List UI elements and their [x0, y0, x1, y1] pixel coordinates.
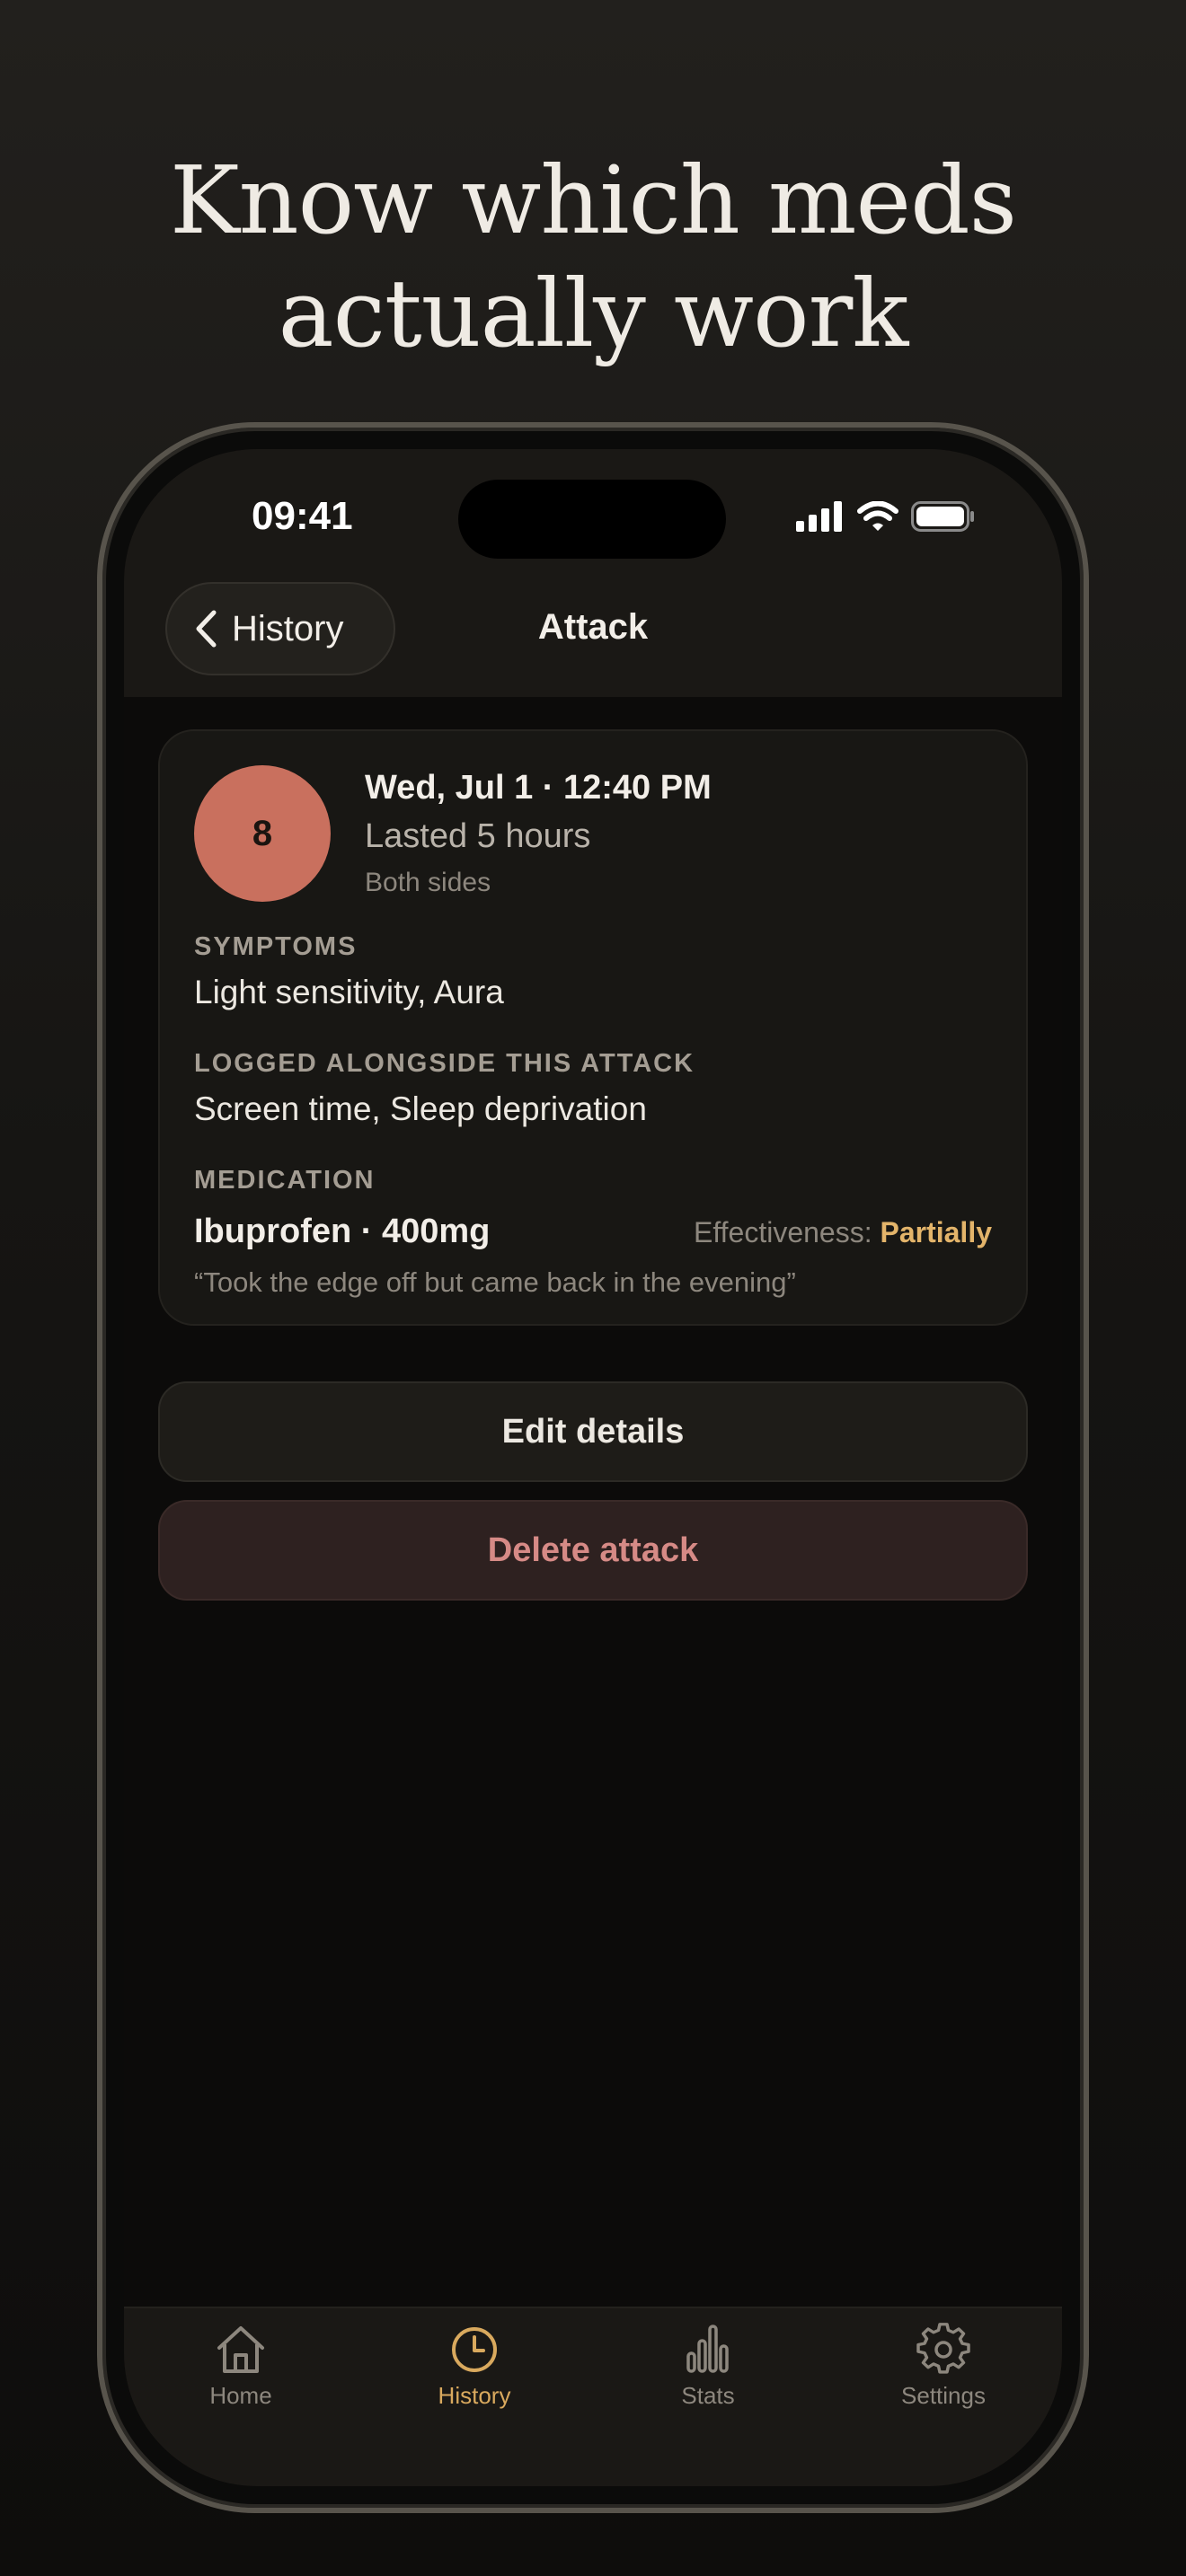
attack-location: Both sides — [365, 868, 491, 897]
medication-value: Ibuprofen · 400mg — [194, 1213, 491, 1250]
severity-badge: 8 — [194, 765, 331, 902]
status-icons — [796, 501, 976, 532]
medication-note: “Took the edge off but came back in the … — [194, 1266, 796, 1298]
headline-line-1: Know which meds — [169, 146, 1017, 255]
clock-icon — [452, 2327, 497, 2372]
attack-detail-card: 8 Wed, Jul 1 · 12:40 PM Lasted 5 hours B… — [158, 729, 1028, 1326]
symptoms-value: Light sensitivity, Aura — [194, 974, 504, 1010]
logged-label: LOGGED ALONGSIDE THIS ATTACK — [194, 1049, 695, 1078]
tab-home[interactable]: Home — [151, 2323, 331, 2410]
battery-icon — [911, 501, 974, 532]
tab-home-label: Home — [209, 2382, 272, 2409]
tab-stats[interactable]: Stats — [618, 2323, 798, 2410]
cellular-signal-icon — [796, 501, 842, 532]
headline-line-2: actually work — [278, 259, 909, 368]
effectiveness: Effectiveness: Partially — [694, 1216, 992, 1249]
effectiveness-value: Partially — [880, 1216, 992, 1248]
tab-history-label: History — [438, 2382, 511, 2409]
navigation-bar: History Attack — [124, 575, 1062, 697]
symptoms-label: SYMPTOMS — [194, 932, 358, 961]
edit-details-label: Edit details — [501, 1412, 685, 1451]
medication-label: MEDICATION — [194, 1166, 376, 1195]
attack-duration: Lasted 5 hours — [365, 817, 591, 855]
wifi-icon — [857, 501, 898, 531]
dynamic-island — [458, 480, 726, 559]
delete-attack-label: Delete attack — [487, 1531, 699, 1569]
tab-stats-label: Stats — [681, 2382, 735, 2409]
effectiveness-label: Effectiveness: — [693, 1216, 872, 1248]
gear-icon — [916, 2323, 970, 2374]
bar-chart-icon — [686, 2325, 729, 2373]
attack-datetime: Wed, Jul 1 · 12:40 PM — [365, 769, 712, 807]
status-time: 09:41 — [252, 494, 353, 538]
house-icon — [217, 2326, 264, 2373]
page-title: Attack — [537, 607, 649, 647]
delete-attack-button[interactable]: Delete attack — [158, 1500, 1028, 1601]
phone-screen: 09:41 History Attack 8 Wed, Jul 1 · 12:4… — [124, 449, 1062, 2486]
tab-settings-label: Settings — [901, 2382, 986, 2409]
status-bar: 09:41 — [124, 449, 1062, 575]
logged-value: Screen time, Sleep deprivation — [194, 1090, 647, 1127]
tab-bar: Home History Stats Settings — [124, 2307, 1062, 2486]
severity-value: 8 — [252, 813, 273, 853]
marketing-headline: Know which meds actually work — [0, 144, 1186, 370]
tab-settings[interactable]: Settings — [854, 2323, 1033, 2410]
tab-history[interactable]: History — [385, 2323, 564, 2410]
edit-details-button[interactable]: Edit details — [158, 1381, 1028, 1482]
